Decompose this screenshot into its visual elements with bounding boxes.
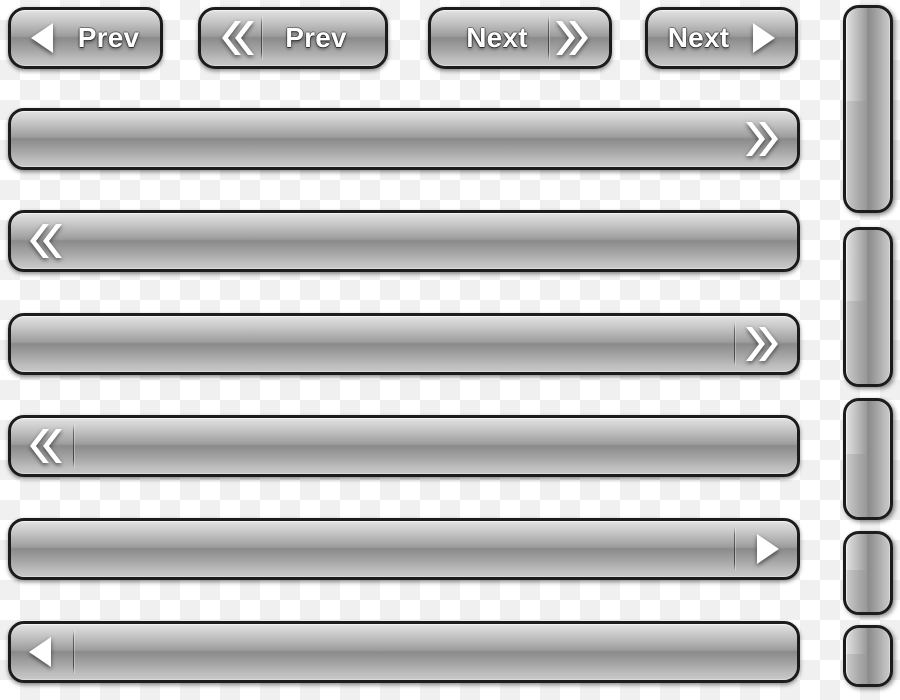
double-chevron-left-icon [27, 222, 63, 260]
bar-bar-prev-triangle[interactable] [8, 621, 800, 683]
double-chevron-right-icon [745, 120, 781, 158]
button-prev-chevron[interactable]: Prev [198, 7, 388, 69]
double-chevron-right-icon [555, 19, 591, 57]
side-pill-5[interactable] [843, 625, 893, 687]
side-pill-1[interactable] [843, 5, 893, 213]
bar-bar-prev-chevron-divided[interactable] [8, 415, 800, 477]
button-next-chevron[interactable]: Next [428, 7, 612, 69]
double-chevron-left-icon [219, 19, 255, 57]
side-pill-3[interactable] [843, 398, 893, 520]
bar-bar-next-triangle[interactable] [8, 518, 800, 580]
button-label: Prev [285, 22, 347, 53]
button-label: Next [466, 22, 528, 53]
icon-divider [734, 527, 735, 571]
button-label: Prev [77, 22, 140, 53]
button-set-canvas: Prev Prev Next Next [0, 0, 900, 700]
icon-divider [548, 16, 549, 60]
icon-divider [261, 16, 262, 60]
triangle-right-icon [755, 532, 781, 566]
double-chevron-right-icon [745, 325, 781, 363]
side-pill-4[interactable] [843, 531, 893, 615]
icon-divider [73, 630, 74, 674]
triangle-left-icon [27, 635, 53, 669]
button-label: Next [667, 22, 730, 53]
button-next-triangle[interactable]: Next [645, 7, 798, 69]
bar-bar-next-chevron-divided[interactable] [8, 313, 800, 375]
triangle-right-icon [751, 21, 777, 55]
icon-divider [734, 322, 735, 366]
bar-bar-next-chevron[interactable] [8, 108, 800, 170]
triangle-left-icon [29, 21, 55, 55]
side-pill-2[interactable] [843, 227, 893, 387]
bar-bar-prev-chevron[interactable] [8, 210, 800, 272]
button-prev-triangle[interactable]: Prev [8, 7, 163, 69]
icon-divider [73, 424, 74, 468]
double-chevron-left-icon [27, 427, 63, 465]
